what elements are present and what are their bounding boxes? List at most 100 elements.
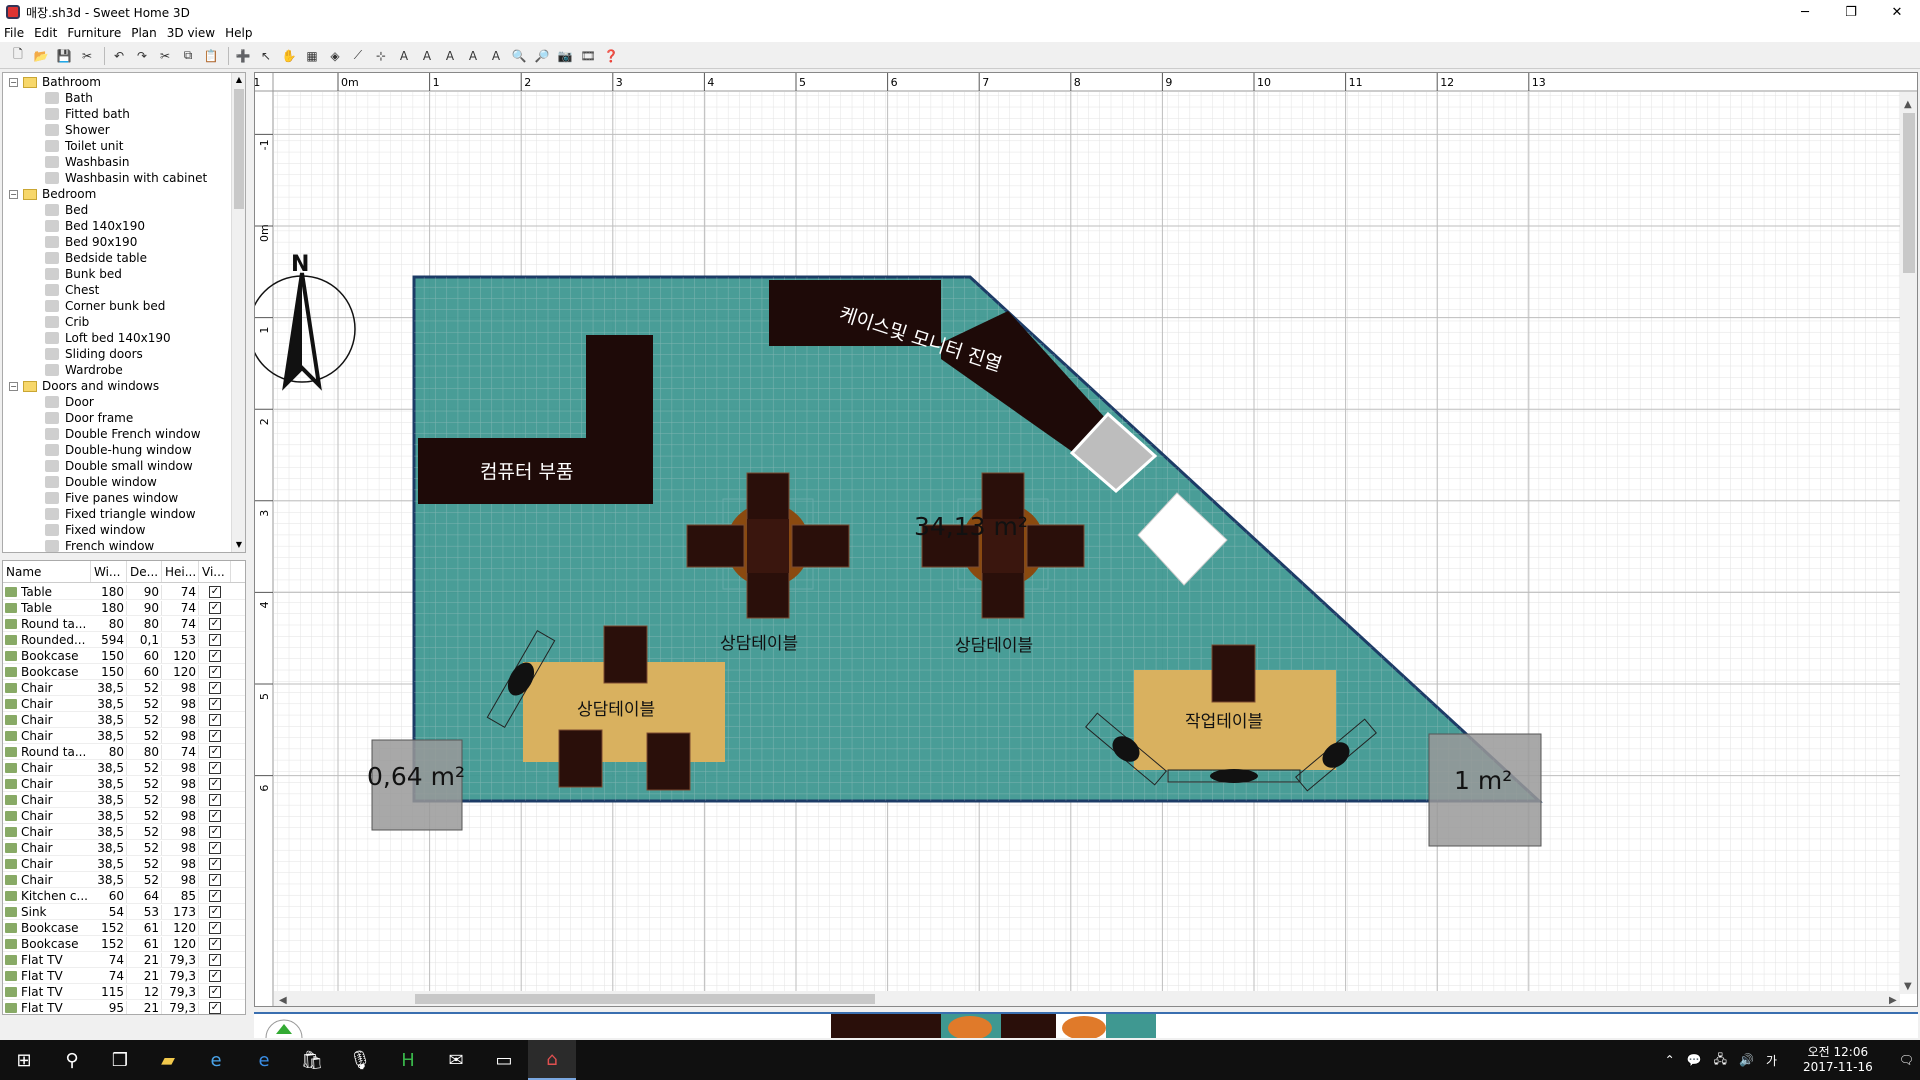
visible-checkbox[interactable]: ✓ [209,953,221,966]
create-dimensions-icon[interactable]: ⊹ [371,46,391,66]
edge-icon[interactable]: e [240,1040,288,1080]
table-row[interactable]: Round ta... 80 80 74 ✓ [3,744,245,760]
ime-indicator[interactable]: 가 [1766,1052,1777,1069]
table-row[interactable]: Table 180 90 74 ✓ [3,600,245,616]
table-row[interactable]: Table 180 90 74 ✓ [3,584,245,600]
catalog-item[interactable]: Loft bed 140x190 [3,330,231,346]
chat-icon[interactable]: 💬 [1687,1053,1702,1067]
catalog-item[interactable]: Bed 140x190 [3,218,231,234]
chair[interactable] [686,524,745,568]
pane-splitter[interactable] [2,553,246,559]
table-row[interactable]: Chair 38,5 52 98 ✓ [3,680,245,696]
visible-checkbox[interactable]: ✓ [209,793,221,806]
increase-text-icon[interactable]: A [440,46,460,66]
catalog-item[interactable]: French window [3,538,231,552]
add-furniture-icon[interactable]: ➕ [233,46,253,66]
file-explorer-icon[interactable]: ▰ [144,1040,192,1080]
catalog-item[interactable]: Double-hung window [3,442,231,458]
store-icon[interactable]: 🛍 [288,1040,336,1080]
catalog-item[interactable]: Door [3,394,231,410]
furniture-list-table[interactable]: Name Wi... De... Hei... Vi... Table 180 90… [2,560,246,1015]
table-row[interactable]: Bookcase 152 61 120 ✓ [3,936,245,952]
catalog-item[interactable]: Door frame [3,410,231,426]
visible-checkbox[interactable]: ✓ [209,873,221,886]
catalog-item[interactable]: Bed [3,202,231,218]
menu-plan[interactable]: Plan [131,26,157,40]
table-row[interactable]: Chair 38,5 52 98 ✓ [3,872,245,888]
catalog-category[interactable]: − Bathroom [3,74,231,90]
collapse-icon[interactable]: − [9,77,18,87]
scroll-up-icon[interactable]: ▲ [232,73,245,87]
catalog-item[interactable]: Fixed triangle window [3,506,231,522]
create-video-icon[interactable]: 🎞 [578,46,598,66]
catalog-item[interactable]: Double small window [3,458,231,474]
table-row[interactable]: Flat TV 115 12 79,3 ✓ [3,984,245,1000]
volume-icon[interactable]: 🔊 [1739,1053,1754,1067]
catalog-item[interactable]: Double French window [3,426,231,442]
table-row[interactable]: Bookcase 150 60 120 ✓ [3,648,245,664]
copy-icon[interactable]: ⧉ [178,46,198,66]
catalog-item[interactable]: Wardrobe [3,362,231,378]
visible-checkbox[interactable]: ✓ [209,713,221,726]
scroll-up-icon[interactable]: ▲ [1904,99,1912,110]
table-row[interactable]: Flat TV 74 21 79,3 ✓ [3,968,245,984]
visible-checkbox[interactable]: ✓ [209,1001,221,1014]
tray-expand-icon[interactable]: ⌃ [1665,1053,1675,1067]
column-header-width[interactable]: Wi... [91,561,127,582]
catalog-item[interactable]: Double window [3,474,231,490]
maximize-button[interactable]: ❐ [1828,0,1874,24]
catalog-item[interactable]: Bunk bed [3,266,231,282]
internet-explorer-icon[interactable]: e [192,1040,240,1080]
text-style-icon[interactable]: A [417,46,437,66]
zoom-in-icon[interactable]: 🔍 [509,46,529,66]
scroll-thumb[interactable] [234,89,244,209]
table-row[interactable]: Chair 38,5 52 98 ✓ [3,696,245,712]
visible-checkbox[interactable]: ✓ [209,665,221,678]
visible-checkbox[interactable]: ✓ [209,825,221,838]
pan-mode-icon[interactable]: ✋ [279,46,299,66]
chair[interactable] [558,729,603,788]
table-row[interactable]: Flat TV 95 21 79,3 ✓ [3,1000,245,1014]
column-header-visible[interactable]: Vi... [199,561,231,582]
task-view-icon[interactable]: ❒ [96,1040,144,1080]
plan-view[interactable]: -10m12345678910111213 -10m123456 0,64 m²… [254,72,1918,1007]
catalog-item[interactable]: Toilet unit [3,138,231,154]
mail-icon[interactable]: ✉ [432,1040,480,1080]
table-row[interactable]: Chair 38,5 52 98 ✓ [3,840,245,856]
chair[interactable] [1026,524,1085,568]
table-row[interactable]: Sink 54 53 173 ✓ [3,904,245,920]
redo-icon[interactable]: ↷ [132,46,152,66]
visible-checkbox[interactable]: ✓ [209,857,221,870]
create-polylines-icon[interactable]: ⟋ [348,46,368,66]
zoom-out-icon[interactable]: 🔎 [532,46,552,66]
table-row[interactable]: Chair 38,5 52 98 ✓ [3,776,245,792]
visible-checkbox[interactable]: ✓ [209,617,221,630]
save-icon[interactable]: 💾 [54,46,74,66]
new-home-icon[interactable]: 🗋 [8,46,28,66]
plan-horizontal-thumb[interactable] [415,994,875,1004]
create-rooms-icon[interactable]: ◈ [325,46,345,66]
furniture-catalog-tree[interactable]: − Bathroom Bath Fitted bath Shower Toilet uni… [2,72,246,553]
column-header-depth[interactable]: De... [127,561,162,582]
visible-checkbox[interactable]: ✓ [209,761,221,774]
3d-view[interactable] [254,1012,1918,1038]
catalog-item[interactable]: Chest [3,282,231,298]
notification-icon[interactable]: 🗨 [1899,1053,1914,1067]
menu-3d-view[interactable]: 3D view [167,26,215,40]
select-mode-icon[interactable]: ↖ [256,46,276,66]
visible-checkbox[interactable]: ✓ [209,921,221,934]
visible-checkbox[interactable]: ✓ [209,745,221,758]
table-row[interactable]: Bookcase 150 60 120 ✓ [3,664,245,680]
sweet-home-3d-task-icon[interactable]: ⌂ [528,1040,576,1080]
catalog-item[interactable]: Fixed window [3,522,231,538]
search-icon[interactable]: ⚲ [48,1040,96,1080]
catalog-item[interactable]: Washbasin with cabinet [3,170,231,186]
menu-edit[interactable]: Edit [34,26,57,40]
catalog-category[interactable]: − Bedroom [3,186,231,202]
minimize-button[interactable]: ─ [1782,0,1828,24]
create-photo-icon[interactable]: 📷 [555,46,575,66]
table-row[interactable]: Chair 38,5 52 98 ✓ [3,728,245,744]
open-icon[interactable]: 📂 [31,46,51,66]
visible-checkbox[interactable]: ✓ [209,841,221,854]
visible-checkbox[interactable]: ✓ [209,681,221,694]
